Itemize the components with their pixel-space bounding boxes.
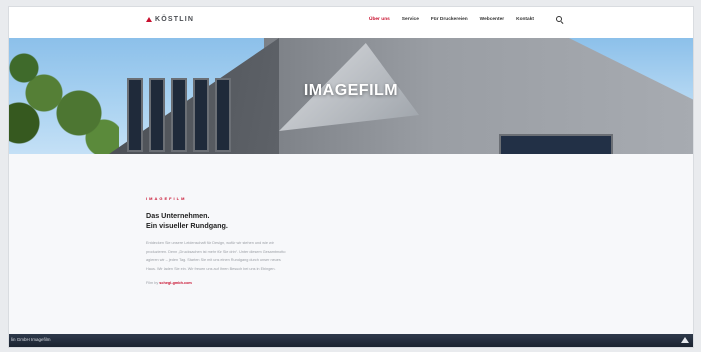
hero-title: IMAGEFILM [303, 82, 399, 99]
credit-prefix: Film by [146, 281, 159, 285]
body-line: produzieren. Denn „Drucksachen ist mehr … [146, 249, 286, 254]
logo-text: KÖSTLIN [155, 16, 195, 23]
intro-section: IMAGEFILM Das Unternehmen. Ein visueller… [146, 196, 356, 285]
video-title: lin GmbH Imagefilm [11, 337, 51, 342]
nav-item-ueber-uns[interactable]: Über uns [369, 17, 390, 22]
browser-viewport: KÖSTLIN Über uns Service Für Druckereien… [8, 6, 694, 348]
site-header: KÖSTLIN Über uns Service Für Druckereien… [9, 7, 693, 39]
hero-window-right [499, 134, 613, 154]
nav-item-fuer-druckereien[interactable]: Für Druckereien [431, 17, 468, 22]
main-nav: Über uns Service Für Druckereien Webcent… [369, 17, 534, 22]
section-body: Entdecken Sie unsere Leidenschaft für De… [146, 239, 356, 273]
nav-item-service[interactable]: Service [402, 17, 419, 22]
section-eyebrow: IMAGEFILM [146, 196, 187, 201]
nav-item-kontakt[interactable]: Kontakt [516, 17, 534, 22]
share-icon[interactable] [681, 337, 689, 343]
body-line: Haus. Wir laden Sie ein. Wir freuen uns … [146, 266, 276, 271]
credit-link[interactable]: schegl-gmbh.com [159, 281, 192, 285]
video-player-bar[interactable]: lin GmbH Imagefilm [9, 334, 693, 347]
headline-line-1: Das Unternehmen. [146, 211, 210, 220]
hero-banner: IMAGEFILM [9, 38, 693, 154]
logo[interactable]: KÖSTLIN [146, 16, 194, 23]
film-credit: Film by schegl-gmbh.com [146, 281, 356, 285]
logo-triangle-icon [146, 17, 152, 22]
headline-line-2: Ein visueller Rundgang. [146, 221, 228, 230]
body-line: agieren wir – jeden Tag. Starten Sie mit… [146, 258, 281, 262]
section-headline: Das Unternehmen. Ein visueller Rundgang. [146, 211, 356, 231]
search-icon[interactable] [556, 16, 562, 22]
nav-item-webcenter[interactable]: Webcenter [480, 17, 504, 22]
body-line: Entdecken Sie unsere Leidenschaft für De… [146, 241, 274, 245]
